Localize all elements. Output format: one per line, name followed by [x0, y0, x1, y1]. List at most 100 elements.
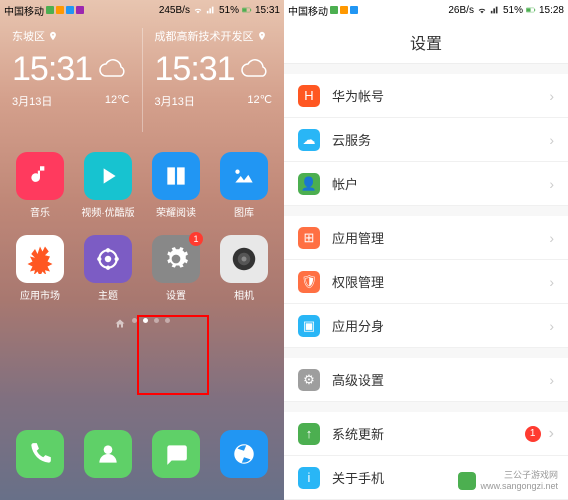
setting-系统更新[interactable]: ↑ 系统更新 1 › — [284, 412, 568, 456]
app-grid: 音乐 视频·优酷版 荣耀阅读 图库 应用市场 主题 1 设置 相机 — [0, 140, 284, 330]
app-视频·优酷版[interactable]: 视频·优酷版 — [78, 152, 138, 219]
section-gap — [284, 348, 568, 358]
cloud-icon — [98, 58, 130, 82]
app-icon — [152, 152, 200, 200]
app-icon — [16, 430, 64, 478]
app-label: 荣耀阅读 — [156, 204, 196, 219]
status-time: 15:28 — [539, 5, 564, 16]
app-icon: 1 — [152, 235, 200, 283]
setting-icon: ⚙ — [298, 369, 320, 391]
dock — [0, 420, 284, 488]
wifi-icon — [477, 5, 487, 15]
settings-title: 设置 — [284, 20, 568, 64]
status-app-icon — [46, 6, 54, 14]
app-label: 应用市场 — [20, 287, 60, 302]
battery-percent: 51% — [219, 5, 239, 16]
status-bar-right: 中国移动 26B/s 51% 15:28 — [284, 0, 568, 20]
highlight-settings — [137, 315, 209, 395]
setting-华为帐号[interactable]: H华为帐号› — [284, 74, 568, 118]
carrier: 中国移动 — [4, 3, 44, 18]
app-label: 主题 — [98, 287, 118, 302]
setting-高级设置[interactable]: ⚙高级设置› — [284, 358, 568, 402]
setting-icon: 👤 — [298, 173, 320, 195]
status-app-icon — [76, 6, 84, 14]
setting-云服务[interactable]: ☁云服务› — [284, 118, 568, 162]
chevron-right-icon: › — [549, 230, 554, 246]
app-icon — [16, 152, 64, 200]
chevron-right-icon: › — [549, 176, 554, 192]
home-screen: 中国移动 245B/s 51% 15:31 东坡区 15:31 3月13日 12℃… — [0, 0, 284, 500]
app-label: 视频·优酷版 — [81, 204, 134, 219]
app-icon — [220, 235, 268, 283]
setting-icon: ⊞ — [298, 227, 320, 249]
app-label: 音乐 — [30, 204, 50, 219]
setting-帐户[interactable]: 👤 帐户 › — [284, 162, 568, 206]
section-gap — [284, 206, 568, 216]
signal-icon — [206, 5, 216, 15]
home-dot-icon — [114, 318, 126, 330]
setting-label: 帐户 — [332, 174, 358, 193]
chevron-right-icon: › — [549, 318, 554, 334]
setting-label: 应用分身 — [332, 316, 384, 335]
status-app-icon — [330, 6, 338, 14]
app-icon — [152, 430, 200, 478]
setting-label: 华为帐号 — [332, 86, 384, 105]
signal-icon — [490, 5, 500, 15]
app-音乐[interactable]: 音乐 — [10, 152, 70, 219]
setting-icon: i — [298, 467, 320, 489]
setting-label: 关于手机 — [332, 468, 384, 487]
setting-badge: 1 — [525, 426, 541, 442]
app-phone[interactable] — [10, 430, 70, 478]
chevron-right-icon: › — [549, 274, 554, 290]
app-主题[interactable]: 主题 — [78, 235, 138, 302]
battery-percent: 51% — [503, 5, 523, 16]
carrier: 中国移动 — [288, 3, 328, 18]
status-bar-left: 中国移动 245B/s 51% 15:31 — [0, 0, 284, 20]
setting-icon: ▣ — [298, 315, 320, 337]
app-图库[interactable]: 图库 — [214, 152, 274, 219]
app-label: 设置 — [166, 287, 186, 302]
setting-权限管理[interactable]: 🛡权限管理› — [284, 260, 568, 304]
date-2: 3月13日 — [155, 93, 195, 109]
weather-widget[interactable]: 东坡区 15:31 3月13日12℃ 成都高新技术开发区 15:31 3月13日… — [0, 20, 284, 140]
badge: 1 — [189, 232, 203, 246]
settings-list[interactable]: H华为帐号›☁云服务›👤帐户›⊞应用管理›🛡权限管理›▣应用分身›⚙高级设置›↑… — [284, 64, 568, 500]
app-messages[interactable] — [146, 430, 206, 478]
app-荣耀阅读[interactable]: 荣耀阅读 — [146, 152, 206, 219]
app-browser[interactable] — [214, 430, 274, 478]
setting-label: 系统更新 — [332, 424, 384, 443]
location-icon — [48, 31, 58, 41]
setting-label: 应用管理 — [332, 228, 384, 247]
settings-screen: 中国移动 26B/s 51% 15:28 设置 H华为帐号›☁云服务›👤帐户›⊞… — [284, 0, 568, 500]
location-2: 成都高新技术开发区 — [155, 28, 254, 44]
setting-icon: H — [298, 85, 320, 107]
setting-icon: ↑ — [298, 423, 320, 445]
chevron-right-icon: › — [549, 425, 554, 443]
status-app-icon — [66, 6, 74, 14]
status-app-icon — [340, 6, 348, 14]
setting-label: 高级设置 — [332, 370, 384, 389]
app-contacts[interactable] — [78, 430, 138, 478]
setting-应用管理[interactable]: ⊞ 应用管理 › — [284, 216, 568, 260]
watermark-icon — [458, 472, 476, 490]
date-1: 3月13日 — [12, 93, 52, 109]
app-icon — [84, 430, 132, 478]
app-label: 相机 — [234, 287, 254, 302]
battery-icon — [526, 5, 536, 15]
status-app-icon — [56, 6, 64, 14]
setting-icon: ☁ — [298, 129, 320, 151]
temp-2: 12℃ — [247, 93, 272, 109]
setting-应用分身[interactable]: ▣ 应用分身 › — [284, 304, 568, 348]
battery-icon — [242, 5, 252, 15]
status-app-icon — [350, 6, 358, 14]
app-设置[interactable]: 1 设置 — [146, 235, 206, 302]
status-time: 15:31 — [255, 5, 280, 16]
app-label: 图库 — [234, 204, 254, 219]
app-应用市场[interactable]: 应用市场 — [10, 235, 70, 302]
net-speed: 245B/s — [159, 5, 190, 16]
cloud-icon — [240, 58, 272, 82]
location-1: 东坡区 — [12, 28, 45, 44]
section-gap — [284, 64, 568, 74]
app-相机[interactable]: 相机 — [214, 235, 274, 302]
app-icon — [84, 235, 132, 283]
